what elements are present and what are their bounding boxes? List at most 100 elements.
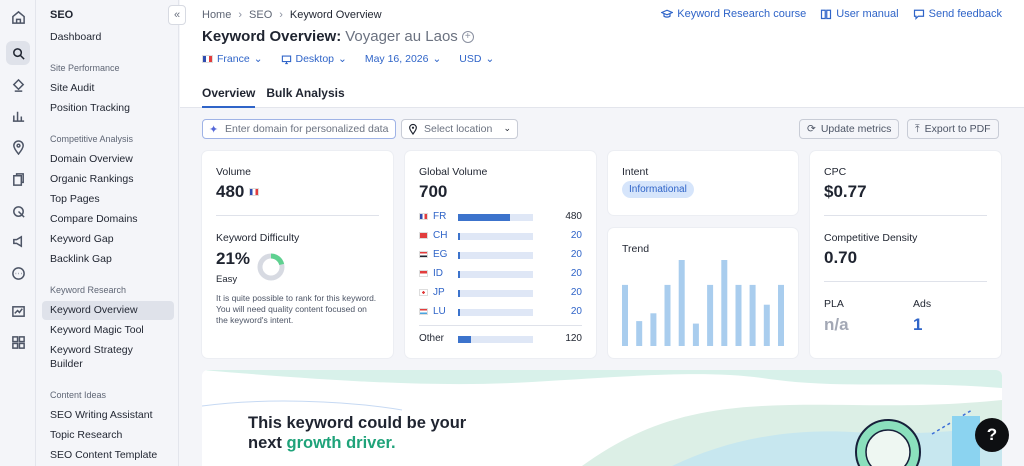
home-icon[interactable]: [6, 5, 30, 29]
intent-label: Intent: [622, 166, 649, 178]
trend-card: Trend: [608, 228, 798, 358]
difficulty-level: Easy: [216, 274, 238, 285]
nav-item-keyword-magic-tool[interactable]: Keyword Magic Tool: [50, 324, 144, 336]
banner-headline-prefix: next: [248, 434, 287, 452]
device-select[interactable]: Desktop ⌄: [281, 53, 347, 65]
apps-icon[interactable]: [6, 330, 30, 354]
divider: [216, 215, 379, 216]
update-metrics-label: Update metrics: [820, 123, 892, 135]
domain-placeholder: Enter domain for personalized data: [225, 123, 389, 135]
page-title-label: Keyword Overview:: [202, 28, 342, 45]
filter-bar: France ⌄ Desktop ⌄ May 16, 2026 ⌄ USD ⌄: [202, 53, 494, 65]
france-flag-icon: [249, 188, 260, 196]
trend-bar: [763, 304, 770, 346]
trend-bar: [721, 260, 728, 346]
competitive-density-label: Competitive Density: [824, 232, 918, 244]
personalized-domain-input[interactable]: ✦ Enter domain for personalized data: [202, 119, 396, 139]
volume-difficulty-card: Volume 480 Keyword Difficulty 21% Easy I…: [202, 151, 393, 358]
country-volume-row[interactable]: ID 20: [419, 267, 582, 281]
trend-bar: [650, 313, 657, 346]
nav-item-domain-overview[interactable]: Domain Overview: [50, 153, 133, 165]
country-volume-row[interactable]: JP 20: [419, 286, 582, 300]
keyword-research-course-link[interactable]: Keyword Research course: [661, 8, 806, 20]
local-pin-icon[interactable]: [6, 135, 30, 159]
nav-item-label-line1: Keyword Strategy: [50, 344, 133, 356]
paid-ads-icon[interactable]: [6, 73, 30, 97]
export-pdf-button[interactable]: ⤒ Export to PDF: [907, 119, 999, 139]
trend-bar: [678, 260, 685, 346]
country-select[interactable]: France ⌄: [202, 53, 263, 65]
reports-icon[interactable]: [6, 299, 30, 323]
content-icon[interactable]: [6, 167, 30, 191]
country-flag-icon: [419, 232, 428, 239]
nav-item-site-audit[interactable]: Site Audit: [50, 82, 94, 94]
nav-item-seo-writing-assistant[interactable]: SEO Writing Assistant: [50, 409, 153, 421]
nav-item-compare-domains[interactable]: Compare Domains: [50, 213, 138, 225]
ads-value[interactable]: 1: [913, 315, 922, 335]
nav-item-seo-content-template[interactable]: SEO Content Template: [50, 449, 157, 461]
page-title: Keyword Overview: Voyager au Laos +: [202, 28, 474, 45]
pla-value: n/a: [824, 315, 849, 334]
divider: [824, 215, 987, 216]
cpc-density-card: CPC $0.77 Competitive Density 0.70 PLA n…: [810, 151, 1001, 358]
nav-item-topic-research[interactable]: Topic Research: [50, 429, 122, 441]
breadcrumb-seo[interactable]: SEO: [249, 9, 272, 21]
nav-item-organic-rankings[interactable]: Organic Rankings: [50, 173, 133, 185]
breadcrumb-current: Keyword Overview: [289, 9, 382, 21]
chevron-down-icon: ⌄: [338, 53, 347, 65]
country-volume-row[interactable]: FR 480: [419, 210, 582, 224]
country-volume-row[interactable]: LU 20: [419, 305, 582, 319]
country-volume-value: 20: [570, 287, 582, 298]
nav-section-competitive-analysis: Competitive Analysis: [50, 134, 134, 144]
nav-item-dashboard[interactable]: Dashboard: [50, 31, 101, 43]
trend-label: Trend: [622, 243, 650, 255]
cpc-label: CPC: [824, 166, 847, 178]
nav-item-keyword-gap[interactable]: Keyword Gap: [50, 233, 114, 245]
social-icon[interactable]: [6, 261, 30, 285]
volume-bar-fill: [458, 252, 461, 259]
trend-bar: [692, 323, 699, 346]
location-placeholder: Select location: [424, 123, 493, 135]
sparkle-icon: ✦: [209, 124, 219, 136]
tab-bulk-analysis[interactable]: Bulk Analysis: [266, 86, 344, 108]
book-icon: [821, 9, 832, 20]
nav-item-top-pages[interactable]: Top Pages: [50, 193, 100, 205]
send-feedback-link[interactable]: Send feedback: [913, 8, 1002, 20]
send-feedback-label: Send feedback: [928, 8, 1002, 20]
ai-icon[interactable]: [6, 199, 30, 223]
breadcrumb-home[interactable]: Home: [202, 9, 231, 21]
currency-select[interactable]: USD ⌄: [459, 53, 494, 65]
nav-item-label-line2: Builder: [50, 358, 83, 370]
user-manual-link[interactable]: User manual: [820, 8, 899, 20]
nav-item-backlink-gap[interactable]: Backlink Gap: [50, 253, 112, 265]
date-value: May 16, 2026: [364, 53, 429, 65]
volume-bar-track: [458, 290, 533, 297]
page-header: Home › SEO › Keyword Overview Keyword Resear…: [180, 0, 1024, 108]
help-button[interactable]: ?: [975, 418, 1009, 452]
update-metrics-button[interactable]: ⟳ Update metrics: [799, 119, 900, 139]
keyword-research-course-label: Keyword Research course: [677, 8, 807, 20]
analytics-icon[interactable]: [6, 103, 30, 127]
nav-item-keyword-overview[interactable]: Keyword Overview: [42, 301, 174, 320]
seo-icon[interactable]: [6, 41, 30, 65]
collapse-sidebar-button[interactable]: «: [168, 5, 186, 25]
divider: [419, 325, 582, 326]
country-flag-icon: [419, 213, 428, 220]
volume-label: Volume: [216, 166, 252, 178]
location-select[interactable]: Select location ⌄: [401, 119, 518, 139]
nav-item-keyword-strategy-builder[interactable]: Keyword Strategy Builder: [50, 344, 133, 370]
nav-item-position-tracking[interactable]: Position Tracking: [50, 102, 130, 114]
pr-icon[interactable]: [6, 229, 30, 253]
add-to-list-icon[interactable]: +: [461, 31, 474, 43]
difficulty-description: It is quite possible to rank for this ke…: [216, 293, 377, 325]
date-select[interactable]: May 16, 2026 ⌄: [365, 53, 441, 65]
tab-overview[interactable]: Overview: [202, 86, 256, 108]
country-volume-row[interactable]: CH 20: [419, 229, 582, 243]
device-value: Desktop: [295, 53, 335, 65]
keyword-difficulty-label: Keyword Difficulty: [216, 232, 300, 244]
country-code: CH: [433, 230, 448, 241]
tab-bar: Overview Bulk Analysis: [202, 86, 345, 108]
country-flag-icon: [419, 308, 428, 315]
country-volume-row[interactable]: EG 20: [419, 248, 582, 262]
intent-card: Intent Informational: [608, 151, 798, 215]
